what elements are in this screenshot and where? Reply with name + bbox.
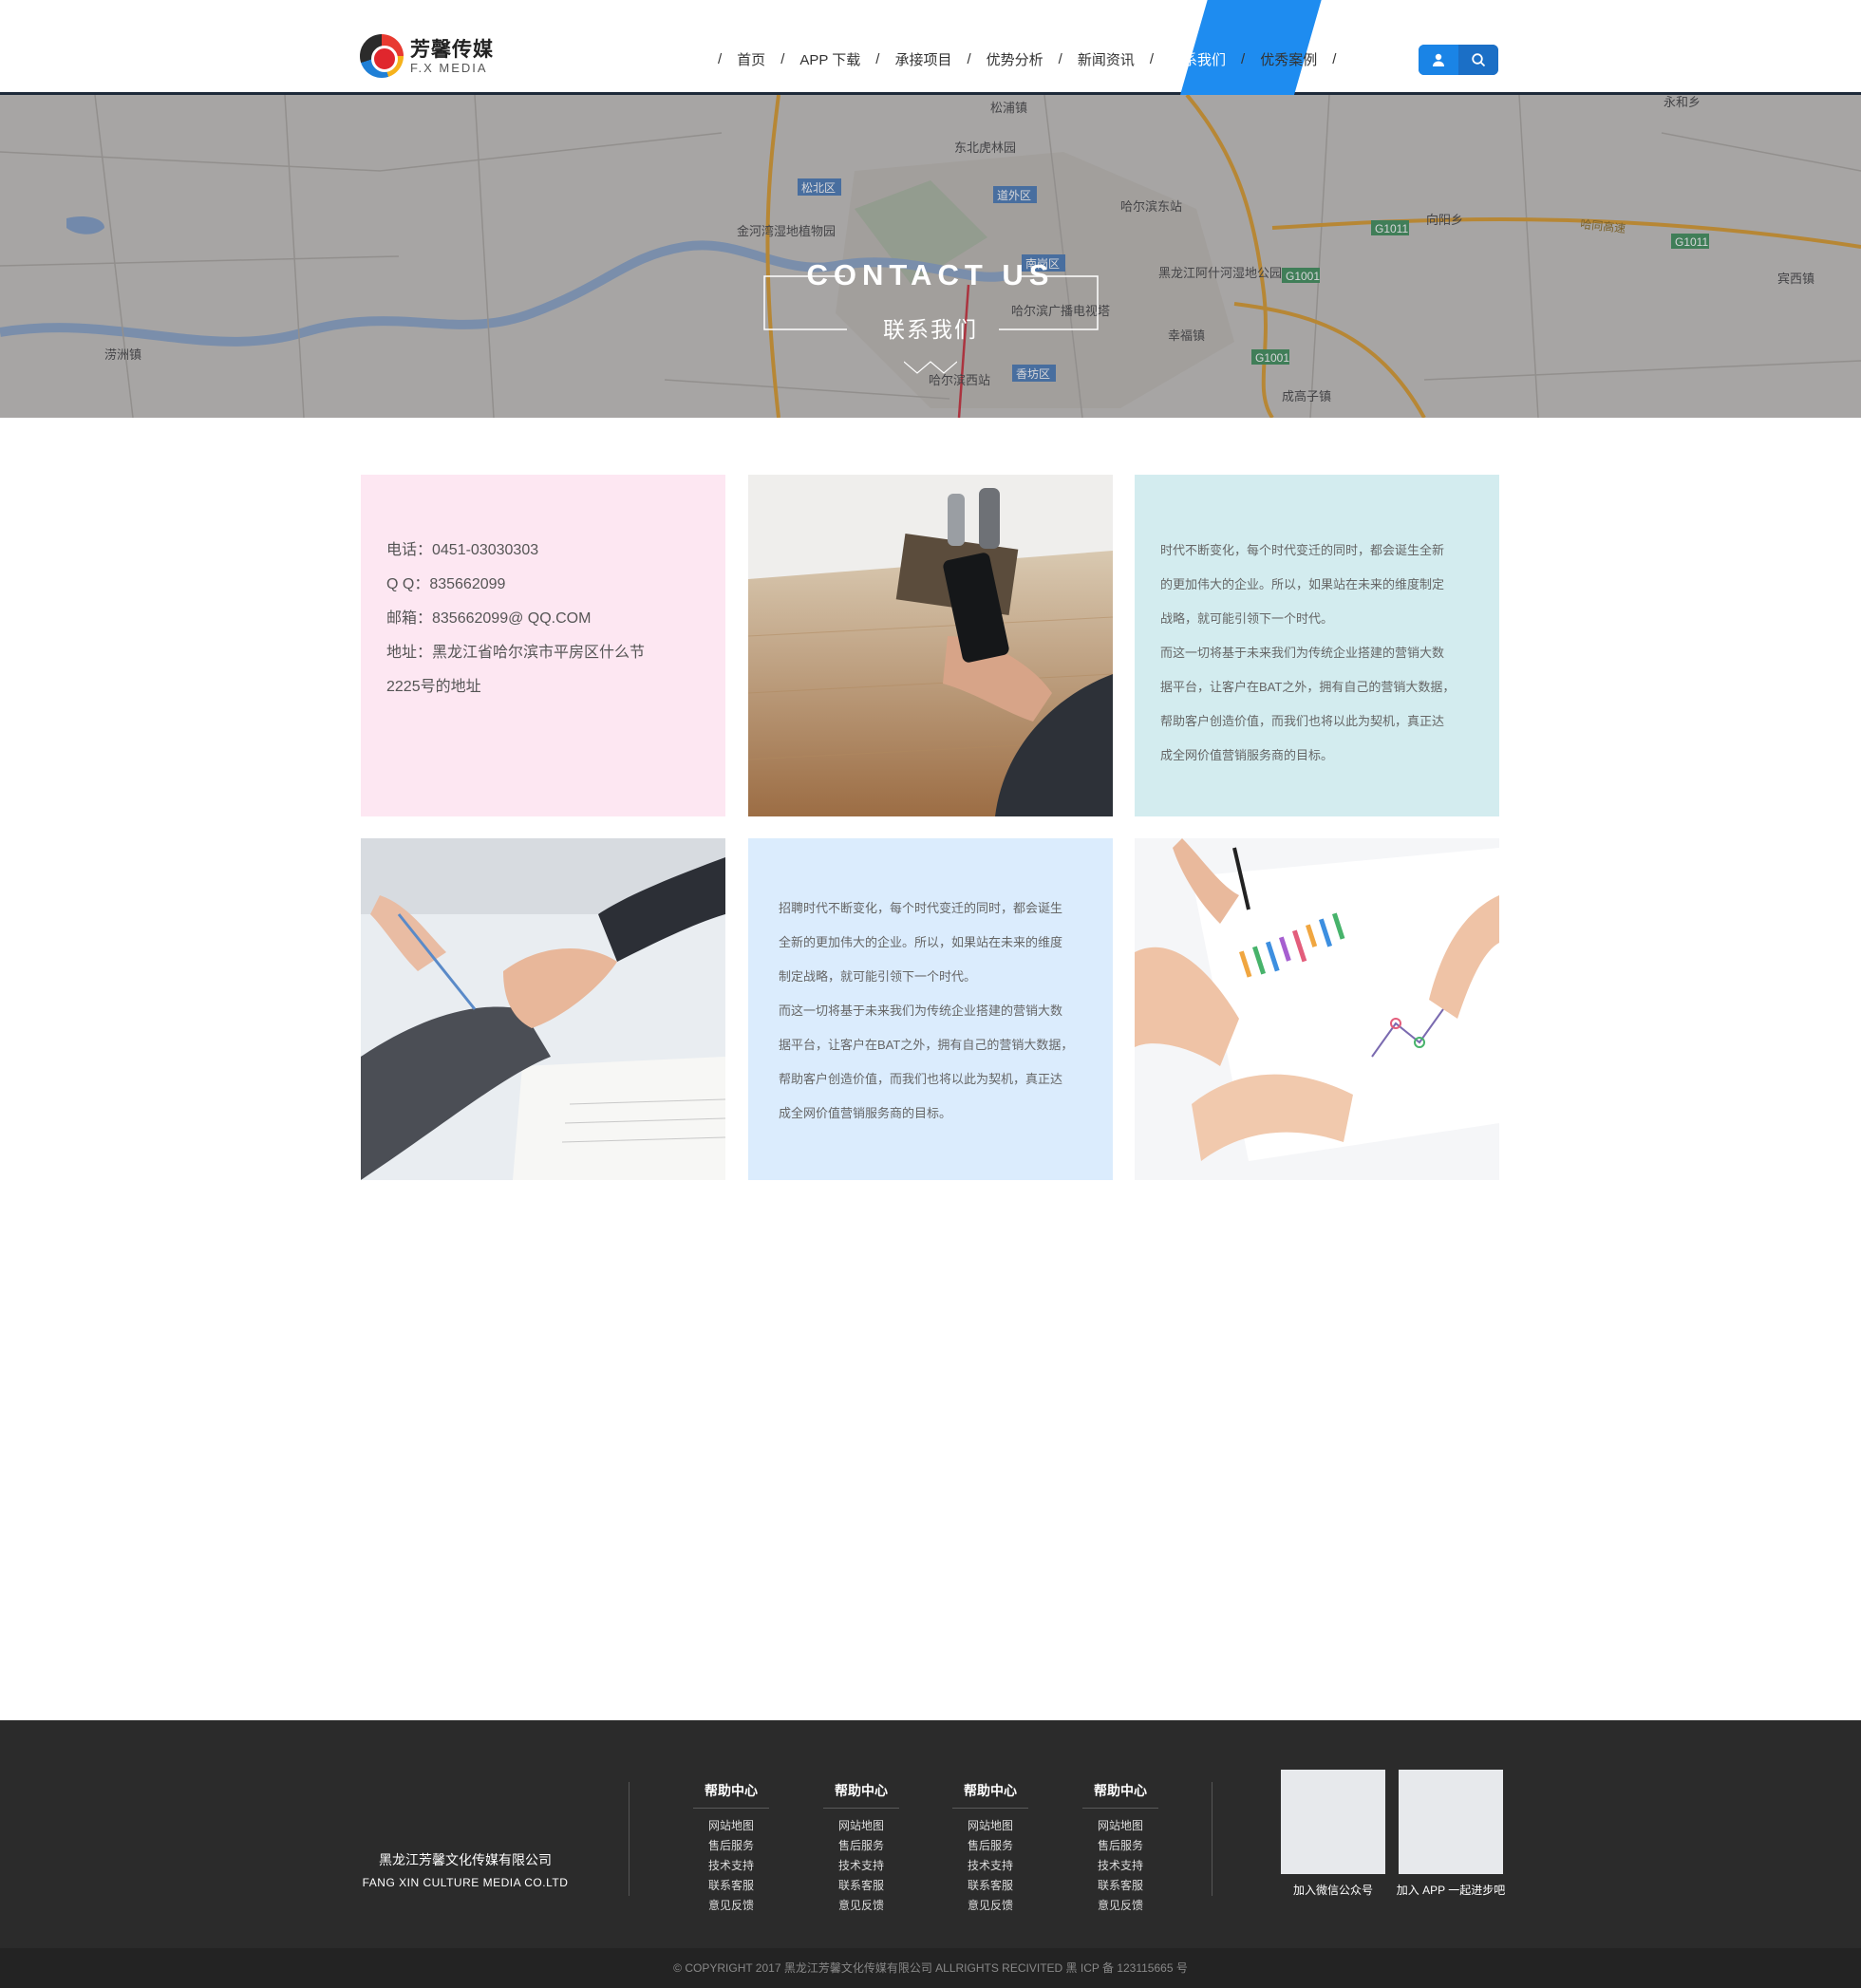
footer-link-tech-support[interactable]: 技术支持 [952,1856,1028,1876]
contact-email: 邮箱：835662099@ QQ.COM [386,610,592,627]
banner-title: CONTACT US [806,258,1055,291]
recruit-text-line: 而这一切将基于未来我们为传统企业搭建的营销大数 [779,1003,1063,1018]
about-text-line: 成全网价值营销服务商的目标。 [1160,748,1334,762]
nav-item-contact[interactable]: 联系我们 [1169,49,1226,69]
recruit-text-line: 成全网价值营销服务商的目标。 [779,1106,952,1120]
user-icon [1433,53,1444,66]
footer-column-heading: 帮助中心 [1082,1781,1158,1809]
nav-separator: / [1241,50,1246,67]
contact-qq: Q Q：835662099 [386,576,506,592]
copyright: © COPYRIGHT 2017 黑龙江芳馨文化传媒有限公司 ALLRIGHTS… [0,1948,1861,1988]
footer-link-tech-support[interactable]: 技术支持 [1082,1856,1158,1876]
nav-separator: / [1332,50,1337,67]
footer-link-column: 帮助中心 网站地图 售后服务 技术支持 联系客服 意见反馈 [823,1781,899,1916]
smartphone-photo-image [748,475,1113,816]
about-text-line: 而这一切将基于未来我们为传统企业搭建的营销大数 [1160,646,1445,660]
footer-company-name: 黑龙江芳馨文化传媒有限公司 [379,1852,552,1867]
footer-link-feedback[interactable]: 意见反馈 [1082,1896,1158,1916]
site-footer: 黑龙江芳馨文化传媒有限公司 FANG XIN CULTURE MEDIA CO.… [0,1720,1861,1988]
nav-item-cases[interactable]: 优秀案例 [1260,49,1317,69]
footer-company-name-en: FANG XIN CULTURE MEDIA CO.LTD [362,1876,569,1889]
nav-item-home[interactable]: 首页 [737,49,765,69]
about-text-card: 时代不断变化，每个时代变迁的同时，都会诞生全新 的更加伟大的企业。所以，如果站在… [1135,475,1499,816]
nav-item-news[interactable]: 新闻资讯 [1078,49,1135,69]
footer-link-column: 帮助中心 网站地图 售后服务 技术支持 联系客服 意见反馈 [693,1781,769,1916]
header-actions [1419,45,1498,75]
about-text-line: 帮助客户创造价值，而我们也将以此为契机，真正达 [1160,714,1445,728]
brand-name[interactable]: 芳馨传媒 [410,34,494,63]
footer-column-heading: 帮助中心 [952,1781,1028,1809]
main-nav: / 首页 / APP 下载 / 承接项目 / 优势分析 / 新闻资讯 / 联系我… [703,47,1351,70]
footer-link-after-sales[interactable]: 售后服务 [952,1836,1028,1856]
footer-link-sitemap[interactable]: 网站地图 [952,1816,1028,1836]
footer-link-sitemap[interactable]: 网站地图 [1082,1816,1158,1836]
nav-separator: / [875,50,880,67]
contact-phone: 电话：0451-03030303 [386,542,539,558]
footer-column-heading: 帮助中心 [693,1781,769,1809]
footer-link-after-sales[interactable]: 售后服务 [823,1836,899,1856]
contact-info-card: 电话：0451-03030303 Q Q：835662099 邮箱：835662… [361,475,725,816]
footer-link-customer-service[interactable]: 联系客服 [823,1876,899,1896]
smartphone-photo [748,475,1113,816]
search-icon [1472,53,1486,67]
about-text-line: 时代不断变化，每个时代变迁的同时，都会诞生全新 [1160,543,1445,557]
about-text-line: 的更加伟大的企业。所以，如果站在未来的维度制定 [1160,577,1445,591]
about-text-line: 战略，就可能引领下一个时代。 [1160,611,1334,626]
nav-item-advantages[interactable]: 优势分析 [987,49,1043,69]
about-text-line: 据平台，让客户在BAT之外，拥有自己的营销大数据， [1160,680,1456,694]
footer-link-column: 帮助中心 网站地图 售后服务 技术支持 联系客服 意见反馈 [1082,1781,1158,1916]
footer-link-column: 帮助中心 网站地图 售后服务 技术支持 联系客服 意见反馈 [952,1781,1028,1916]
recruit-text-card: 招聘时代不断变化，每个时代变迁的同时，都会诞生 全新的更加伟大的企业。所以，如果… [748,838,1113,1180]
wechat-qr-code[interactable] [1281,1770,1385,1874]
footer-link-feedback[interactable]: 意见反馈 [693,1896,769,1916]
footer-divider [629,1782,630,1896]
nav-separator: / [1058,50,1062,67]
recruit-text-line: 全新的更加伟大的企业。所以，如果站在未来的维度 [779,935,1063,949]
nav-item-app-download[interactable]: APP 下载 [799,49,860,69]
footer-column-heading: 帮助中心 [823,1781,899,1809]
nav-item-projects[interactable]: 承接项目 [894,49,951,69]
chevron-down-icon [904,361,957,374]
brand-logo-icon[interactable] [360,34,404,78]
recruit-text-line: 制定战略，就可能引领下一个时代。 [779,969,977,984]
recruit-text-line: 据平台，让客户在BAT之外，拥有自己的营销大数据， [779,1038,1074,1052]
handshake-photo-image [361,838,725,1180]
nav-separator: / [780,50,785,67]
recruit-text-line: 帮助客户创造价值，而我们也将以此为契机，真正达 [779,1072,1063,1086]
footer-link-customer-service[interactable]: 联系客服 [1082,1876,1158,1896]
app-qr-code[interactable] [1399,1770,1503,1874]
chart-analysis-photo [1135,838,1499,1180]
user-button[interactable] [1419,45,1458,75]
footer-link-tech-support[interactable]: 技术支持 [693,1856,769,1876]
nav-separator: / [1149,50,1155,67]
contact-address-cont: 2225号的地址 [386,679,481,695]
footer-link-sitemap[interactable]: 网站地图 [823,1816,899,1836]
recruit-text-line: 招聘时代不断变化，每个时代变迁的同时，都会诞生 [779,901,1063,915]
footer-link-customer-service[interactable]: 联系客服 [693,1876,769,1896]
footer-link-feedback[interactable]: 意见反馈 [823,1896,899,1916]
footer-link-sitemap[interactable]: 网站地图 [693,1816,769,1836]
banner-subtitle: 联系我们 [883,317,978,342]
brand-name-en: F.X MEDIA [410,61,488,75]
search-button[interactable] [1458,45,1498,75]
nav-separator: / [718,50,723,67]
footer-link-customer-service[interactable]: 联系客服 [952,1876,1028,1896]
contact-banner: 松浦镇 东北虎林园 哈尔滨东站 金河湾湿地植物园 黑龙江阿什河湿地公园 哈尔滨广… [0,95,1861,418]
footer-link-after-sales[interactable]: 售后服务 [1082,1836,1158,1856]
nav-separator: / [967,50,971,67]
chart-analysis-photo-image [1135,838,1499,1180]
footer-link-tech-support[interactable]: 技术支持 [823,1856,899,1876]
app-qr-label: 加入 APP 一起进步吧 [1396,1884,1506,1897]
footer-link-feedback[interactable]: 意见反馈 [952,1896,1028,1916]
contact-address: 地址：黑龙江省哈尔滨市平房区什么节 [386,645,646,661]
wechat-qr-label: 加入微信公众号 [1292,1884,1373,1897]
site-header: 芳馨传媒 F.X MEDIA / 首页 / APP 下载 / 承接项目 / 优势… [0,0,1861,95]
handshake-photo [361,838,725,1180]
footer-link-after-sales[interactable]: 售后服务 [693,1836,769,1856]
